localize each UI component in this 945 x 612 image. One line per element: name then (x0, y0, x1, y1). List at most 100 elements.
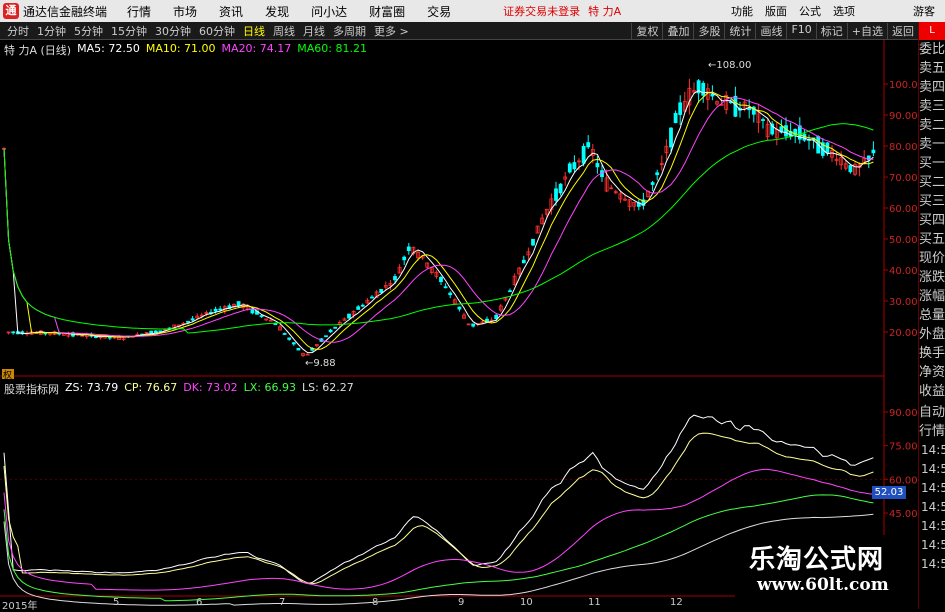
date-label-6: 6 (196, 597, 203, 608)
cp-value: CP: 76.67 (124, 381, 178, 394)
candle-body (379, 289, 384, 293)
quote-row-label: 收益 (919, 384, 945, 399)
candle-body (471, 323, 476, 327)
tick-time: 14:56 (921, 500, 945, 514)
ma10-line (3, 91, 874, 350)
price-tick-label: 20.00 (889, 328, 918, 339)
quote-row-label: 卖四 (919, 80, 945, 95)
ma5-value: MA5: 72.50 (77, 42, 140, 55)
candle-body (554, 188, 558, 201)
quote-row-label: 净资 (919, 365, 945, 380)
candle-body (287, 337, 292, 340)
indicator-tick-label: 60.00 (889, 475, 918, 486)
candle-body (333, 326, 338, 329)
candle-body (11, 331, 16, 334)
zs-value: ZS: 73.79 (65, 381, 119, 394)
candle-body (370, 296, 374, 299)
date-label-7: 7 (279, 597, 286, 608)
ls-value: LS: 62.27 (301, 381, 354, 394)
candle-body (710, 94, 715, 97)
candle-body (586, 142, 591, 148)
ma20-line (3, 97, 874, 343)
price-tick-label: 100.0 (889, 80, 918, 91)
candle-body (402, 256, 407, 261)
dk-value: DK: 73.02 (183, 381, 238, 394)
price-tick-label: 60.00 (889, 204, 918, 215)
candle-body (558, 183, 563, 194)
panel-tab[interactable]: 自动 (919, 403, 945, 422)
candle-body (107, 336, 112, 339)
quote-row-label: 涨幅 (919, 289, 945, 304)
watermark-title: 乐淘公式网 (749, 545, 885, 575)
candle-body (347, 313, 351, 319)
quote-row-label: 买三 (919, 194, 945, 209)
candle-body (360, 304, 365, 307)
quote-row-label: 涨跌 (919, 270, 945, 285)
quote-row-label: 外盘 (919, 327, 945, 342)
date-axis: 2015年 5 6 7 8 9 10 11 12 (0, 597, 918, 612)
candle-body (328, 329, 333, 333)
ma5-line (3, 90, 874, 354)
candle-body (595, 162, 600, 168)
candle-body (508, 290, 512, 293)
candle-body (448, 292, 453, 296)
tick-time: 14:56 (921, 538, 945, 552)
tick-time: 14:56 (921, 519, 945, 533)
indicator-name[interactable]: 股票指标网 (4, 381, 59, 397)
price-tick-label: 50.00 (889, 235, 918, 246)
candle-body (567, 163, 572, 173)
panel-tab[interactable]: 行情 (919, 422, 945, 441)
candle-body (439, 277, 443, 283)
candle-body (406, 246, 411, 251)
ma60-line (3, 123, 874, 334)
candle-body (494, 314, 499, 320)
candle-body (218, 308, 223, 311)
right-quote-column: L 委比 卖五 卖四 卖三 卖二 卖一 买一 买二 买三 买四 买五 现价 涨跌 涨幅 总量 外盘 换手 净资 收益… (918, 22, 945, 609)
candle-body (291, 342, 296, 345)
date-label-5: 5 (113, 597, 120, 608)
candle-body (761, 119, 765, 121)
candle-body (273, 323, 278, 326)
ma10-value: MA10: 71.00 (145, 42, 216, 55)
price-tick-label: 90.00 (889, 111, 918, 122)
candle-body (457, 306, 462, 310)
quote-row-label: 现价 (919, 251, 945, 266)
candle-body (701, 82, 706, 96)
candle-body (871, 149, 876, 154)
candle-body (282, 333, 287, 335)
candle-body (521, 259, 526, 264)
candle-body (296, 347, 301, 351)
price-info-bar: 特 力A (日线) MA5: 72.50 MA10: 71.00 MA20: 7… (4, 42, 373, 58)
quote-row-label: 买四 (919, 213, 945, 228)
price-tick-label: 30.00 (889, 297, 918, 308)
price-tick-label: 80.00 (889, 142, 918, 153)
candle-body (784, 125, 788, 137)
candle-body (673, 112, 678, 124)
quote-row-label: 委比 (919, 42, 945, 57)
watermark-url: www.60lt.com (757, 575, 889, 595)
tick-time: 14:56 (921, 443, 945, 457)
candle-body (669, 127, 673, 148)
lx-value: LX: 66.93 (243, 381, 296, 394)
ma20-value: MA20: 74.17 (221, 42, 292, 55)
candle-body (213, 308, 218, 312)
candle-body (848, 165, 853, 173)
low-price-label: ←9.88 (305, 358, 336, 369)
date-label-10: 10 (520, 597, 533, 608)
kline-chart[interactable]: 100.0 90.00 80.00 70.00 60.00 50.00 40.00 30.00… (0, 0, 918, 609)
candle-body (531, 238, 535, 246)
candle-body (572, 162, 577, 170)
candle-body (190, 318, 195, 321)
date-label-2015: 2015年 (2, 601, 38, 612)
candle-body (443, 286, 448, 289)
indicator-tick-label: 75.00 (889, 442, 918, 453)
candle-body (259, 315, 264, 318)
ex-rights-marker-text: 权 (3, 369, 12, 381)
stock-period-label: 特 力A (日线) (4, 44, 72, 57)
price-tick-label: 40.00 (889, 266, 918, 277)
candle-body (356, 306, 361, 310)
date-label-9: 9 (458, 597, 465, 608)
level2-badge[interactable]: L (919, 22, 945, 40)
watermark: 乐淘公式网 www.60lt.com (735, 535, 918, 599)
candle-body (158, 330, 163, 333)
